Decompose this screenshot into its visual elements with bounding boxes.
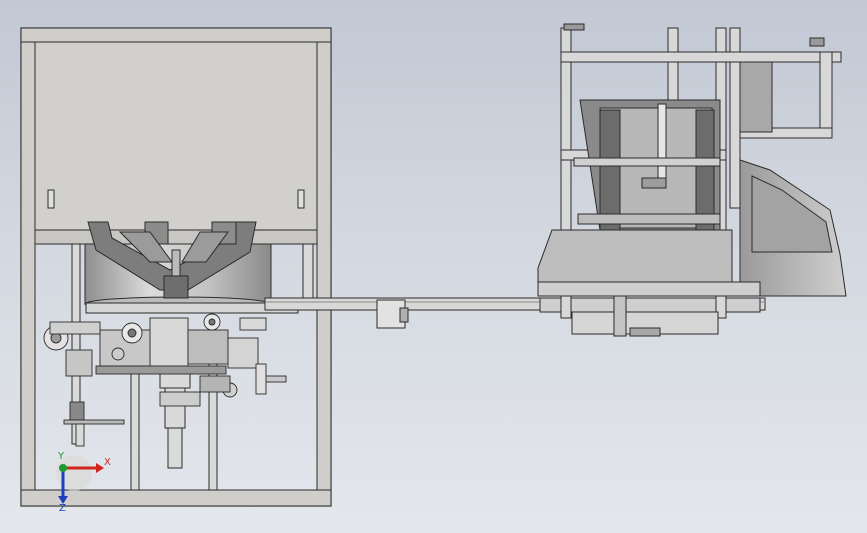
cad-viewport[interactable]: X Y Z [0,0,867,533]
y-axis-label: Y [58,451,65,462]
feeder-track [573,99,721,231]
cad-model-drawing[interactable] [0,0,867,533]
collector-chute [739,159,847,297]
x-axis-label: X [104,457,111,468]
z-axis-label: Z [59,503,66,514]
hopper-panel [34,41,318,245]
tray-base [537,229,761,337]
mechanism-cluster [95,313,287,407]
